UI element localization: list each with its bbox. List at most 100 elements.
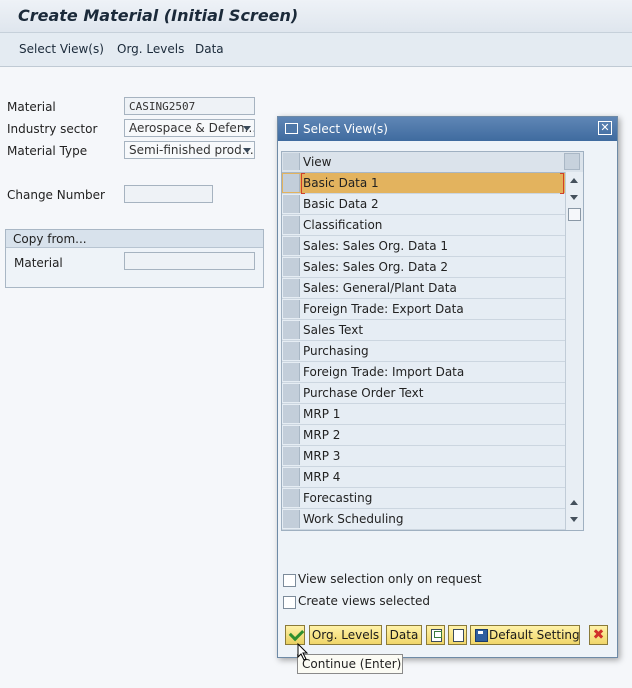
row-selector[interactable] bbox=[283, 321, 300, 339]
material-type-value: Semi-finished prod… bbox=[129, 143, 254, 157]
close-icon[interactable]: ✕ bbox=[598, 121, 612, 135]
table-row[interactable]: MRP 1 bbox=[282, 404, 566, 425]
row-selector[interactable] bbox=[283, 195, 300, 213]
row-selector[interactable] bbox=[283, 279, 300, 297]
view-name: MRP 3 bbox=[303, 449, 341, 463]
row-selector[interactable] bbox=[283, 447, 300, 465]
table-row[interactable]: Basic Data 2 bbox=[282, 194, 566, 215]
view-name: Purchase Order Text bbox=[303, 386, 424, 400]
material-type-label: Material Type bbox=[7, 144, 88, 158]
menu-org-levels[interactable]: Org. Levels bbox=[117, 42, 184, 56]
default-setting-label: Default Setting bbox=[489, 628, 580, 642]
table-row[interactable]: Basic Data 1 bbox=[282, 173, 566, 194]
scroll-up-icon[interactable] bbox=[570, 500, 578, 505]
table-row[interactable]: Sales: Sales Org. Data 2 bbox=[282, 257, 566, 278]
dialog-button-bar: Org. Levels Data Default Setting ✖ bbox=[281, 625, 613, 647]
table-row[interactable]: Purchasing bbox=[282, 341, 566, 362]
cancel-button[interactable]: ✖ bbox=[589, 625, 608, 645]
create-views-selected-label: Create views selected bbox=[298, 594, 431, 608]
material-field[interactable]: CASING2507 bbox=[124, 97, 255, 115]
table-row[interactable]: Forecasting bbox=[282, 488, 566, 509]
row-selector[interactable] bbox=[283, 426, 300, 444]
change-number-label: Change Number bbox=[7, 188, 105, 202]
view-name: Classification bbox=[303, 218, 383, 232]
view-name: Sales Text bbox=[303, 323, 364, 337]
table-header: View bbox=[282, 152, 583, 173]
industry-sector-label: Industry sector bbox=[7, 122, 98, 136]
table-row[interactable]: Foreign Trade: Import Data bbox=[282, 362, 566, 383]
chevron-down-icon bbox=[243, 126, 251, 131]
scroll-up-icon[interactable] bbox=[570, 178, 578, 183]
menu-bar: Select View(s) Org. Levels Data bbox=[0, 33, 632, 67]
table-row[interactable]: MRP 3 bbox=[282, 446, 566, 467]
table-row[interactable]: Foreign Trade: Export Data bbox=[282, 299, 566, 320]
vertical-scrollbar[interactable] bbox=[565, 172, 583, 530]
row-selector[interactable] bbox=[283, 300, 300, 318]
change-number-field[interactable] bbox=[124, 185, 213, 203]
table-row[interactable]: Sales: General/Plant Data bbox=[282, 278, 566, 299]
menu-data[interactable]: Data bbox=[195, 42, 224, 56]
scroll-thumb[interactable] bbox=[568, 208, 581, 221]
row-selector[interactable] bbox=[283, 384, 300, 402]
row-selector[interactable] bbox=[283, 510, 300, 528]
row-selector[interactable] bbox=[283, 237, 300, 255]
create-views-selected-checkbox[interactable] bbox=[283, 596, 296, 609]
copy-from-group: Copy from... Material bbox=[5, 229, 264, 288]
row-selector[interactable] bbox=[283, 468, 300, 486]
view-name: Foreign Trade: Import Data bbox=[303, 365, 465, 379]
view-name: Forecasting bbox=[303, 491, 373, 505]
menu-select-views[interactable]: Select View(s) bbox=[19, 42, 104, 56]
select-views-dialog: Select View(s) ✕ View Basic Data 1 Basic … bbox=[277, 116, 618, 658]
material-type-dropdown[interactable]: Semi-finished prod… bbox=[124, 141, 255, 159]
deselect-all-icon bbox=[453, 629, 464, 642]
view-name: Foreign Trade: Export Data bbox=[303, 302, 464, 316]
cancel-icon: ✖ bbox=[592, 627, 605, 643]
copy-material-label: Material bbox=[14, 256, 63, 270]
mouse-cursor-icon bbox=[297, 643, 309, 661]
copy-material-field[interactable] bbox=[124, 252, 255, 270]
view-name: MRP 1 bbox=[303, 407, 341, 421]
deselect-all-button[interactable] bbox=[448, 625, 467, 645]
window-icon bbox=[285, 123, 298, 134]
view-name: Basic Data 1 bbox=[303, 176, 379, 190]
industry-sector-dropdown[interactable]: Aerospace & Defen… bbox=[124, 119, 255, 137]
table-row[interactable]: Sales: Sales Org. Data 1 bbox=[282, 236, 566, 257]
org-levels-button[interactable]: Org. Levels bbox=[309, 625, 382, 645]
view-selection-on-request-checkbox[interactable] bbox=[283, 574, 296, 587]
table-row[interactable]: MRP 4 bbox=[282, 467, 566, 488]
view-name: Sales: Sales Org. Data 2 bbox=[303, 260, 449, 274]
row-selector[interactable] bbox=[283, 258, 300, 276]
data-button[interactable]: Data bbox=[386, 625, 422, 645]
views-table: View Basic Data 1 Basic Data 2 Classificat… bbox=[281, 151, 584, 531]
view-name: MRP 4 bbox=[303, 470, 341, 484]
view-name: MRP 2 bbox=[303, 428, 341, 442]
row-selector[interactable] bbox=[283, 174, 300, 192]
select-all-button[interactable] bbox=[426, 625, 445, 645]
continue-button[interactable] bbox=[285, 625, 305, 645]
view-name: Work Scheduling bbox=[303, 512, 404, 526]
scroll-down-icon[interactable] bbox=[570, 517, 578, 522]
view-name: Basic Data 2 bbox=[303, 197, 379, 211]
table-row[interactable]: Work Scheduling bbox=[282, 509, 566, 530]
material-label: Material bbox=[7, 100, 56, 114]
view-name: Sales: General/Plant Data bbox=[303, 281, 457, 295]
column-settings-icon[interactable] bbox=[564, 153, 580, 170]
row-selector[interactable] bbox=[283, 405, 300, 423]
column-header-view: View bbox=[303, 155, 332, 169]
row-selector[interactable] bbox=[283, 342, 300, 360]
checkmark-icon bbox=[288, 625, 305, 642]
row-selector[interactable] bbox=[283, 489, 300, 507]
row-selector[interactable] bbox=[283, 363, 300, 381]
copy-from-title: Copy from... bbox=[13, 232, 87, 246]
table-row[interactable]: Classification bbox=[282, 215, 566, 236]
dialog-title: Select View(s) bbox=[303, 122, 388, 136]
table-row[interactable]: Purchase Order Text bbox=[282, 383, 566, 404]
scroll-down-icon[interactable] bbox=[570, 195, 578, 200]
table-row[interactable]: MRP 2 bbox=[282, 425, 566, 446]
row-selector[interactable] bbox=[283, 216, 300, 234]
default-setting-button[interactable]: Default Setting bbox=[470, 625, 580, 645]
industry-sector-value: Aerospace & Defen… bbox=[129, 121, 255, 135]
focus-bracket-right bbox=[560, 173, 564, 194]
select-all-corner[interactable] bbox=[283, 153, 300, 170]
table-row[interactable]: Sales Text bbox=[282, 320, 566, 341]
